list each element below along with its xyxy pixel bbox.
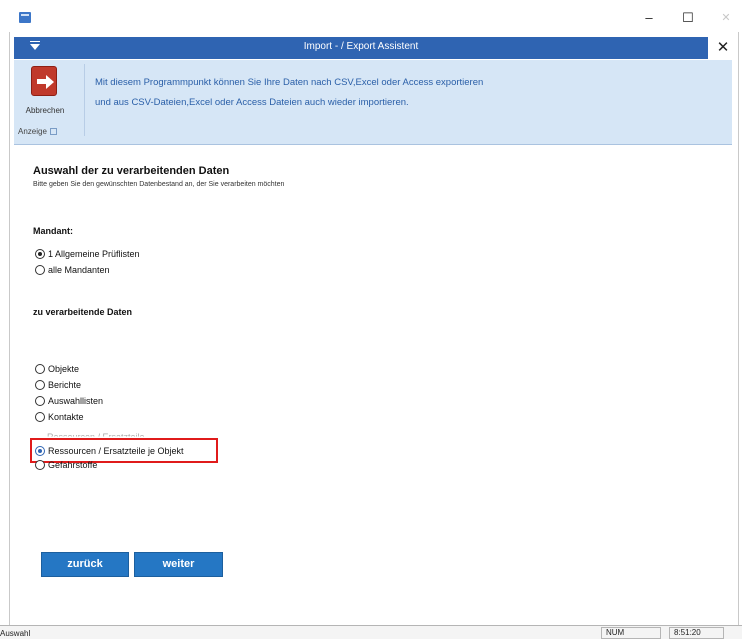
radio-icon (35, 380, 45, 390)
radio-label: Ressourcen / Ersatzteile je Objekt (48, 446, 184, 456)
radio-data-gefahrstoffe[interactable]: Gefahrstoffe (35, 459, 97, 471)
data-section-label: zu verarbeitende Daten (33, 307, 133, 317)
radio-data-ressourcen-je-objekt[interactable]: Ressourcen / Ersatzteile je Objekt (35, 445, 184, 457)
status-text: Auswahl (0, 629, 31, 638)
radio-icon (35, 364, 45, 374)
group-launcher-icon[interactable] (49, 128, 57, 136)
radio-data-objekte[interactable]: Objekte (35, 363, 79, 375)
exit-icon (31, 66, 57, 96)
dialog-close-button[interactable]: ✕ (713, 38, 733, 58)
radio-label: Auswahllisten (48, 396, 104, 406)
status-num-indicator: NUM (601, 627, 661, 639)
minimize-button[interactable]: – (639, 9, 659, 27)
info-text-line-2: und aus CSV-Dateien,Excel oder Access Da… (95, 97, 409, 108)
app-icon (19, 12, 31, 23)
radio-selected-icon (35, 249, 45, 259)
radio-label: Gefahrstoffe (48, 460, 98, 470)
radio-data-berichte[interactable]: Berichte (35, 379, 81, 391)
radio-selected-icon (35, 446, 45, 456)
radio-icon (35, 265, 45, 275)
radio-label: Kontakte (48, 412, 84, 422)
radio-label: Objekte (48, 364, 80, 374)
window-close-button[interactable]: ✕ (716, 9, 736, 27)
mandant-label: Mandant: (33, 226, 73, 236)
next-button[interactable]: weiter (134, 552, 223, 577)
dialog-title: Import - / Export Assistent (303, 41, 419, 52)
cancel-label: Abbrechen (25, 106, 65, 115)
back-button[interactable]: zurück (41, 552, 129, 577)
page-title: Auswahl der zu verarbeitenden Daten (33, 165, 230, 177)
radio-icon (35, 460, 45, 470)
ribbon: Abbrechen Anzeige Mit diesem Programmpun… (14, 60, 732, 145)
radio-data-auswahllisten[interactable]: Auswahllisten (35, 395, 103, 407)
window-titlebar: – ☐ ✕ (9, 2, 739, 32)
cancel-button[interactable]: Abbrechen (18, 66, 72, 132)
status-clock: 8:51:20 (669, 627, 724, 639)
radio-label: 1 Allgemeine Prüflisten (48, 249, 140, 259)
radio-data-kontakte[interactable]: Kontakte (35, 411, 84, 423)
radio-label: Berichte (48, 380, 82, 390)
dialog-titlebar: Import - / Export Assistent (14, 37, 708, 59)
ribbon-group-anzeige: Anzeige (18, 127, 57, 136)
radio-label: alle Mandanten (48, 265, 110, 275)
info-text-line-1: Mit diesem Programmpunkt können Sie Ihre… (95, 77, 484, 88)
ribbon-divider (84, 64, 85, 136)
radio-mandant-alle[interactable]: alle Mandanten (35, 264, 110, 276)
page-subtitle: Bitte geben Sie den gewünschten Datenbes… (33, 181, 285, 188)
status-bar: Auswahl NUM 8:51:20 (0, 625, 742, 639)
radio-mandant-allgemeine-pruflisten[interactable]: 1 Allgemeine Prüflisten (35, 248, 140, 260)
radio-icon (35, 412, 45, 422)
maximize-button[interactable]: ☐ (678, 9, 698, 27)
ribbon-group-label: Anzeige (18, 127, 47, 136)
radio-icon (35, 396, 45, 406)
